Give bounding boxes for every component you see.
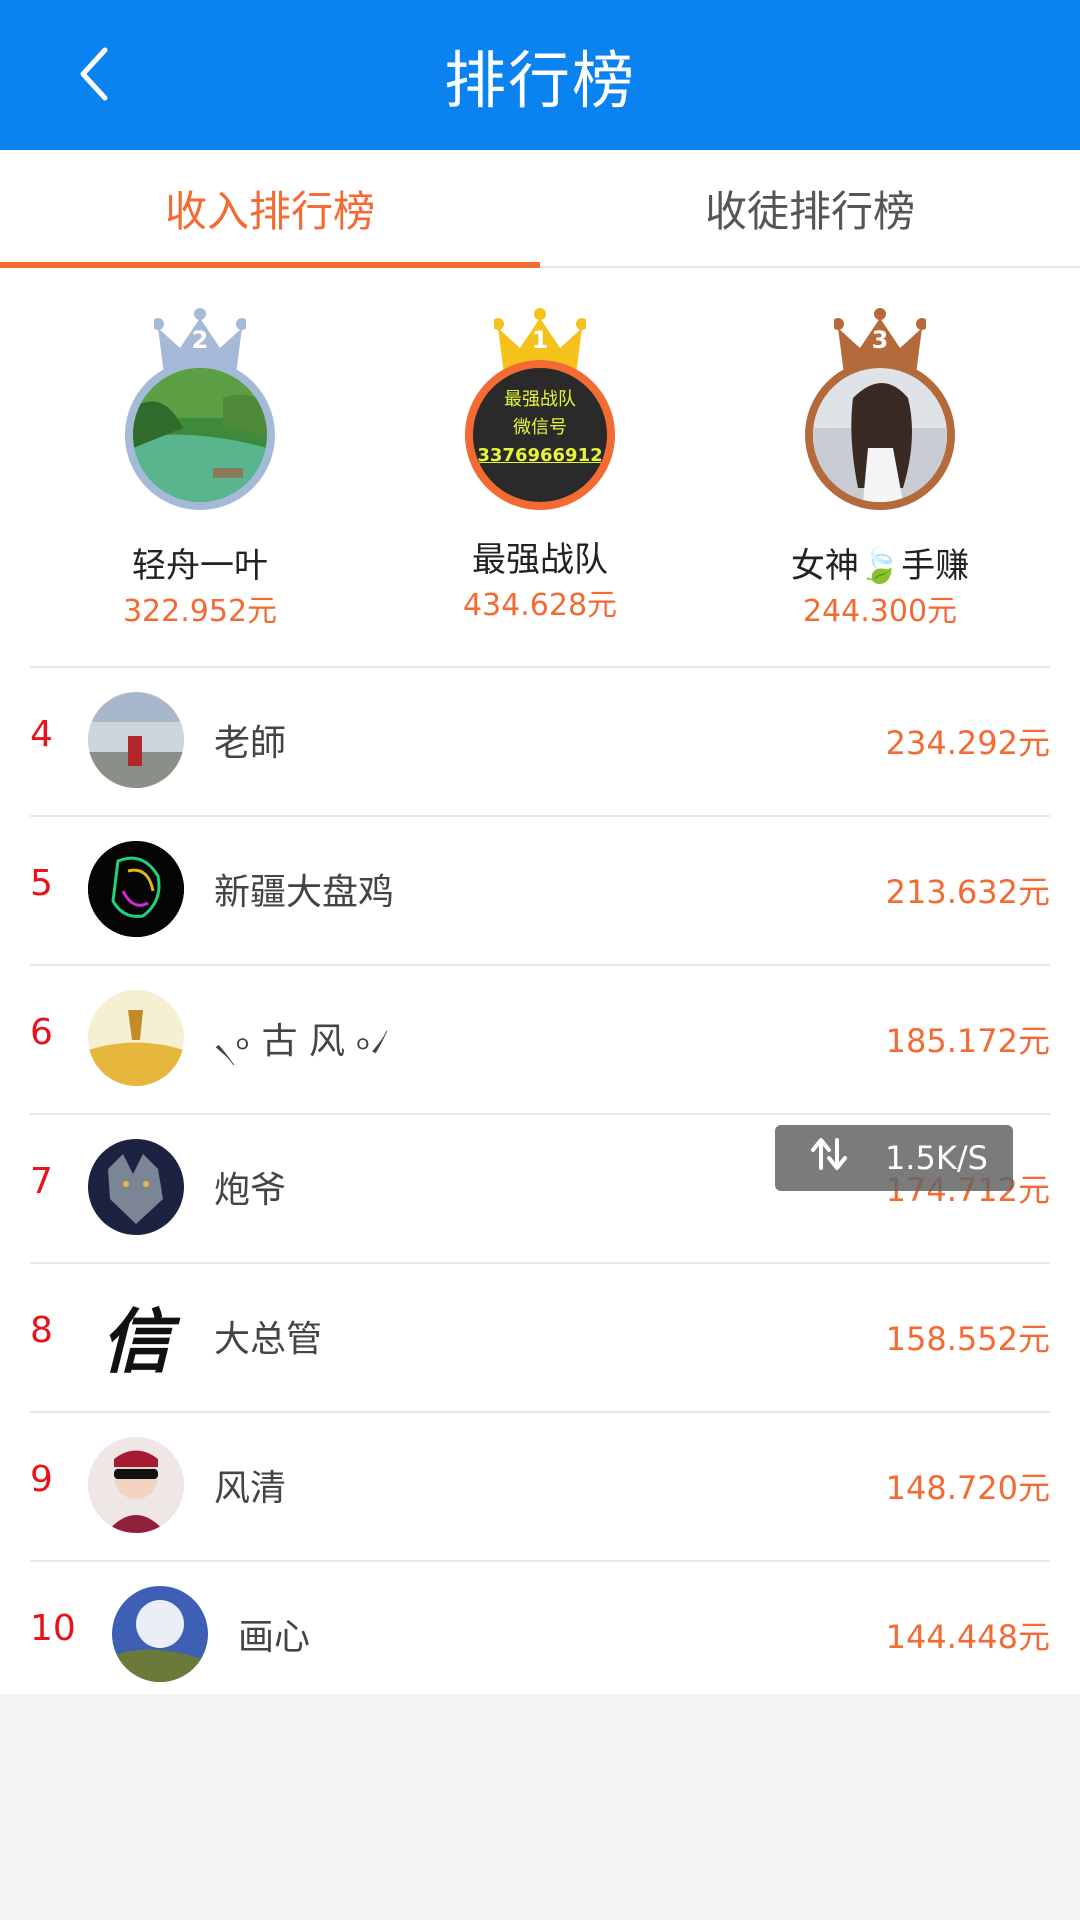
money-amount: 144.448元 xyxy=(885,1618,1050,1656)
avatar xyxy=(88,990,184,1086)
tab-apprentice-ranking[interactable]: 收徒排行榜 xyxy=(540,150,1080,266)
money-amount: 158.552元 xyxy=(885,1320,1050,1358)
user-name: ৲৹ 古 风 ৹৴ xyxy=(214,1021,390,1062)
avatar: 信 xyxy=(88,1288,184,1384)
page-title: 排行榜 xyxy=(443,44,636,117)
money-amount: 148.720元 xyxy=(885,1469,1050,1507)
podium-name: 轻舟一叶 xyxy=(132,546,268,586)
podium-name: 女神🍃手赚 xyxy=(790,546,970,586)
ranking-content: 2 轻舟一叶 322.952元 1 最强战队 微信号 3376966912 最强… xyxy=(0,268,1080,1694)
avatar-text-line: 最强战队 xyxy=(504,389,576,410)
avatar xyxy=(88,841,184,937)
transfer-arrows-icon xyxy=(809,1134,849,1182)
user-name: 炮爷 xyxy=(214,1170,287,1211)
list-item[interactable]: 10 画心 144.448元 xyxy=(30,1560,1050,1708)
podium-money: 244.300元 xyxy=(802,594,958,629)
avatar-text-line: 微信号 xyxy=(513,417,567,438)
rank-number: 7 xyxy=(30,1161,53,1202)
money-amount: 185.172元 xyxy=(885,1022,1050,1060)
podium-money: 322.952元 xyxy=(122,594,278,629)
user-name: 大总管 xyxy=(214,1319,323,1360)
list-item[interactable]: 9 风清 148.720元 xyxy=(30,1411,1050,1560)
user-name: 新疆大盘鸡 xyxy=(214,872,395,913)
rank-number: 5 xyxy=(30,863,53,904)
rank-number: 9 xyxy=(30,1459,53,1500)
network-speed-toast: 1.5K/S xyxy=(775,1125,1013,1191)
podium-name: 最强战队 xyxy=(472,540,608,580)
money-amount: 234.292元 xyxy=(885,724,1050,762)
rank-number: 10 xyxy=(30,1608,76,1649)
podium-money: 434.628元 xyxy=(462,588,618,623)
app-header: 排行榜 xyxy=(0,0,1080,150)
avatar-text: 信 xyxy=(101,1299,171,1383)
avatar xyxy=(805,360,955,510)
list-item[interactable]: 8 信 大总管 158.552元 xyxy=(30,1262,1050,1411)
user-name: 画心 xyxy=(238,1617,311,1658)
podium-rank: 1 xyxy=(531,326,549,354)
rank-number: 8 xyxy=(30,1310,53,1351)
podium-rank: 2 xyxy=(191,326,209,354)
rank-number: 4 xyxy=(30,714,53,755)
avatar-text-line: 3376966912 xyxy=(477,445,603,466)
tab-income-ranking[interactable]: 收入排行榜 xyxy=(0,150,540,268)
podium-rank: 3 xyxy=(871,326,889,354)
list-item[interactable]: 5 新疆大盘鸡 213.632元 xyxy=(30,815,1050,964)
avatar xyxy=(88,1437,184,1533)
avatar xyxy=(88,692,184,788)
avatar xyxy=(112,1586,208,1682)
user-name: 老師 xyxy=(214,723,287,764)
money-amount: 213.632元 xyxy=(885,873,1050,911)
list-item[interactable]: 6 ৲৹ 古 风 ৹৴ 185.172元 xyxy=(30,964,1050,1113)
list-item[interactable]: 4 老師 234.292元 xyxy=(30,666,1050,815)
avatar xyxy=(88,1139,184,1235)
user-name: 风清 xyxy=(214,1468,287,1509)
tab-bar: 收入排行榜 收徒排行榜 xyxy=(0,150,1080,268)
network-speed-text: 1.5K/S xyxy=(885,1139,988,1177)
rank-number: 6 xyxy=(30,1012,53,1053)
avatar: 最强战队 微信号 3376966912 xyxy=(465,360,615,510)
avatar xyxy=(125,360,275,510)
